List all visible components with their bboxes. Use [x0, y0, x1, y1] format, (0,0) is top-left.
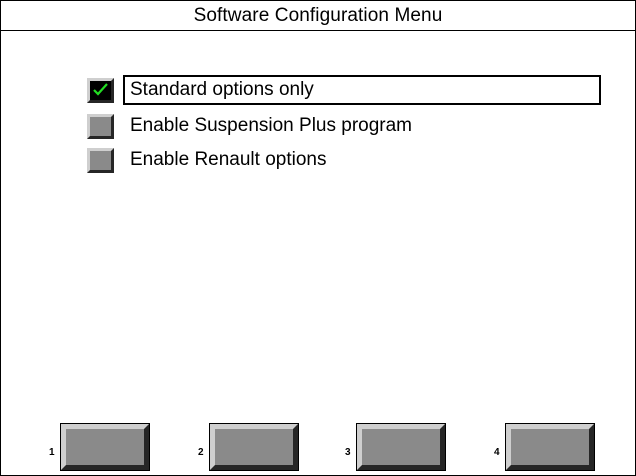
config-window: Software Configuration Menu Standard opt… — [0, 0, 636, 476]
option-suspension-plus[interactable]: Enable Suspension Plus program — [87, 113, 412, 139]
function-key-1-number: 1 — [49, 447, 55, 458]
option-renault-options[interactable]: Enable Renault options — [87, 147, 326, 173]
checkmark-icon — [93, 82, 108, 96]
function-key-4-number: 4 — [494, 447, 500, 458]
function-key-2-button[interactable] — [209, 423, 299, 471]
function-key-2[interactable]: 2 — [198, 423, 299, 471]
option-label-standard[interactable]: Standard options only — [123, 75, 601, 105]
window-title: Software Configuration Menu — [1, 1, 635, 31]
function-key-2-number: 2 — [198, 447, 204, 458]
option-label-renault[interactable]: Enable Renault options — [126, 147, 326, 173]
function-key-3[interactable]: 3 — [345, 423, 446, 471]
checkbox-renault-options[interactable] — [87, 147, 114, 173]
checkbox-suspension-plus[interactable] — [87, 113, 114, 139]
function-key-3-number: 3 — [345, 447, 351, 458]
function-key-4-button[interactable] — [505, 423, 595, 471]
function-key-3-button[interactable] — [356, 423, 446, 471]
function-key-1[interactable]: 1 — [49, 423, 150, 471]
function-key-1-button[interactable] — [60, 423, 150, 471]
function-key-4[interactable]: 4 — [494, 423, 595, 471]
option-label-suspension-plus[interactable]: Enable Suspension Plus program — [126, 113, 412, 139]
option-standard-options-only[interactable]: Standard options only — [87, 75, 601, 105]
checkbox-standard-options[interactable] — [87, 77, 114, 103]
